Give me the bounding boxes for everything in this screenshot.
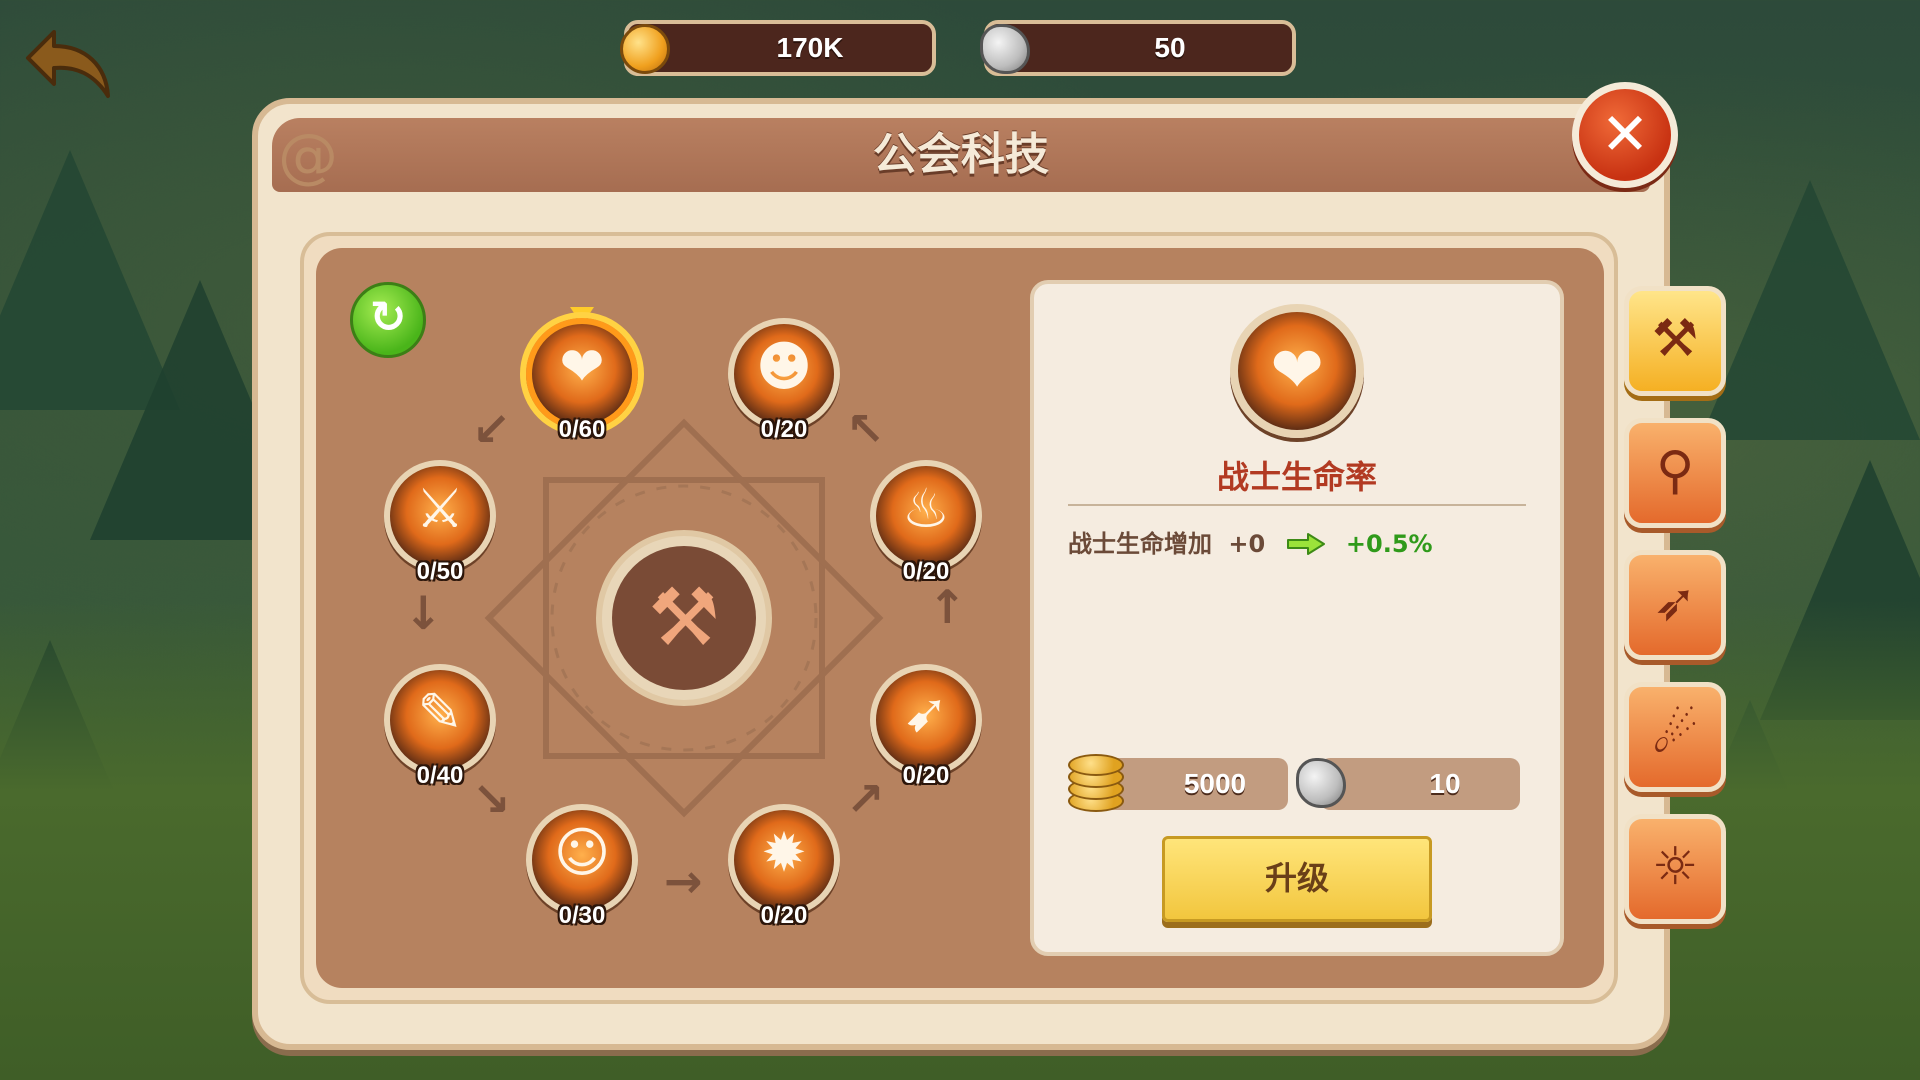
divider xyxy=(1068,504,1526,506)
tab-angel[interactable]: ☼ xyxy=(1624,814,1726,924)
staff-icon: ⚲ xyxy=(1655,441,1695,501)
heart-plus-icon: ❤ xyxy=(1230,304,1364,438)
center-hammer-icon: ⚒ xyxy=(648,571,720,664)
gold-counter: 170K xyxy=(620,20,936,76)
stone-cost-value: 10 xyxy=(1429,768,1461,799)
stone-counter: 50 xyxy=(980,20,1296,76)
claw-icon: ☄ xyxy=(1651,705,1699,765)
tech-node-flame-warrior[interactable]: ♨ 0/20 xyxy=(870,460,982,585)
tech-node-dash-warrior[interactable]: ➹ 0/20 xyxy=(870,664,982,789)
tech-node-warrior-hp[interactable]: ❤ 0/60 xyxy=(526,318,638,443)
effect-next: +0.5% xyxy=(1345,530,1433,558)
path-arrow-icon: ↘ xyxy=(472,772,511,826)
tech-effect: 战士生命增加 +0 +0.5% xyxy=(1068,524,1433,559)
path-arrow-icon: ↗ xyxy=(846,772,885,826)
refresh-button[interactable]: ↻ xyxy=(350,282,426,358)
stone-cost: 10 xyxy=(1296,758,1520,810)
warrior-icon: ☻ xyxy=(755,335,813,398)
tech-node-warrior[interactable]: ☻ 0/20 xyxy=(728,318,840,443)
tech-name: 战士生命率 xyxy=(1216,458,1377,496)
tech-node-sword[interactable]: ⚔ 0/50 xyxy=(384,460,496,585)
angel-wings-icon: ☼ xyxy=(1651,837,1699,897)
tech-node-count: 0/60 xyxy=(558,416,606,443)
sword-icon: ⚔ xyxy=(415,477,465,540)
close-button[interactable]: ✕ xyxy=(1572,82,1678,188)
flame-warrior-icon: ♨ xyxy=(901,477,951,540)
upgrade-arrow-icon xyxy=(1286,533,1325,555)
tab-claw[interactable]: ☄ xyxy=(1624,682,1726,792)
tech-node-slash[interactable]: ✎ 0/40 xyxy=(384,664,496,789)
effect-label: 战士生命增加 xyxy=(1068,530,1212,558)
title-bar: 公会科技 xyxy=(272,118,1650,192)
tech-node-count: 0/20 xyxy=(760,416,808,443)
heart-plus-icon: ❤ xyxy=(559,335,605,398)
gold-cost-value: 5000 xyxy=(1183,768,1247,799)
path-arrow-icon: → xyxy=(664,854,703,908)
path-arrow-icon: ↙ xyxy=(472,402,511,456)
stone-value: 50 xyxy=(1154,32,1186,63)
swirl-ornament-icon: @ xyxy=(278,121,338,191)
gold-cost: 5000 xyxy=(1068,754,1288,812)
back-button[interactable] xyxy=(24,26,116,102)
gold-stack-icon xyxy=(1068,752,1124,816)
hammer-icon: ⚒ xyxy=(1651,309,1699,369)
gold-coin-icon xyxy=(620,24,670,74)
bow-icon: ➶ xyxy=(1653,573,1697,633)
tab-bow[interactable]: ➶ xyxy=(1624,550,1726,660)
stone-icon xyxy=(1296,758,1346,808)
tab-hammer[interactable]: ⚒ xyxy=(1624,286,1726,396)
light-burst-icon: ✹ xyxy=(761,821,807,884)
gingerbread-icon: ☺ xyxy=(553,821,611,884)
slash-icon: ✎ xyxy=(417,681,463,744)
stone-icon xyxy=(980,24,1030,74)
dash-warrior-icon: ➹ xyxy=(903,681,949,744)
tech-node-light-burst[interactable]: ✹ 0/20 xyxy=(728,804,840,929)
tech-node-count: 0/20 xyxy=(760,902,808,929)
panel-title: 公会科技 xyxy=(873,129,1049,180)
path-arrow-icon: ↑ xyxy=(928,580,967,634)
tech-node-gingerbread[interactable]: ☺ 0/30 xyxy=(526,804,638,929)
gold-value: 170K xyxy=(776,32,844,63)
path-arrow-icon: ↖ xyxy=(846,402,885,456)
effect-current: +0 xyxy=(1228,530,1266,558)
tab-staff[interactable]: ⚲ xyxy=(1624,418,1726,528)
tech-node-count: 0/50 xyxy=(416,558,464,585)
upgrade-button[interactable]: 升级 xyxy=(1162,836,1432,922)
path-arrow-icon: ↓ xyxy=(404,586,443,640)
tech-node-count: 0/30 xyxy=(558,902,606,929)
tech-node-count: 0/20 xyxy=(902,558,950,585)
